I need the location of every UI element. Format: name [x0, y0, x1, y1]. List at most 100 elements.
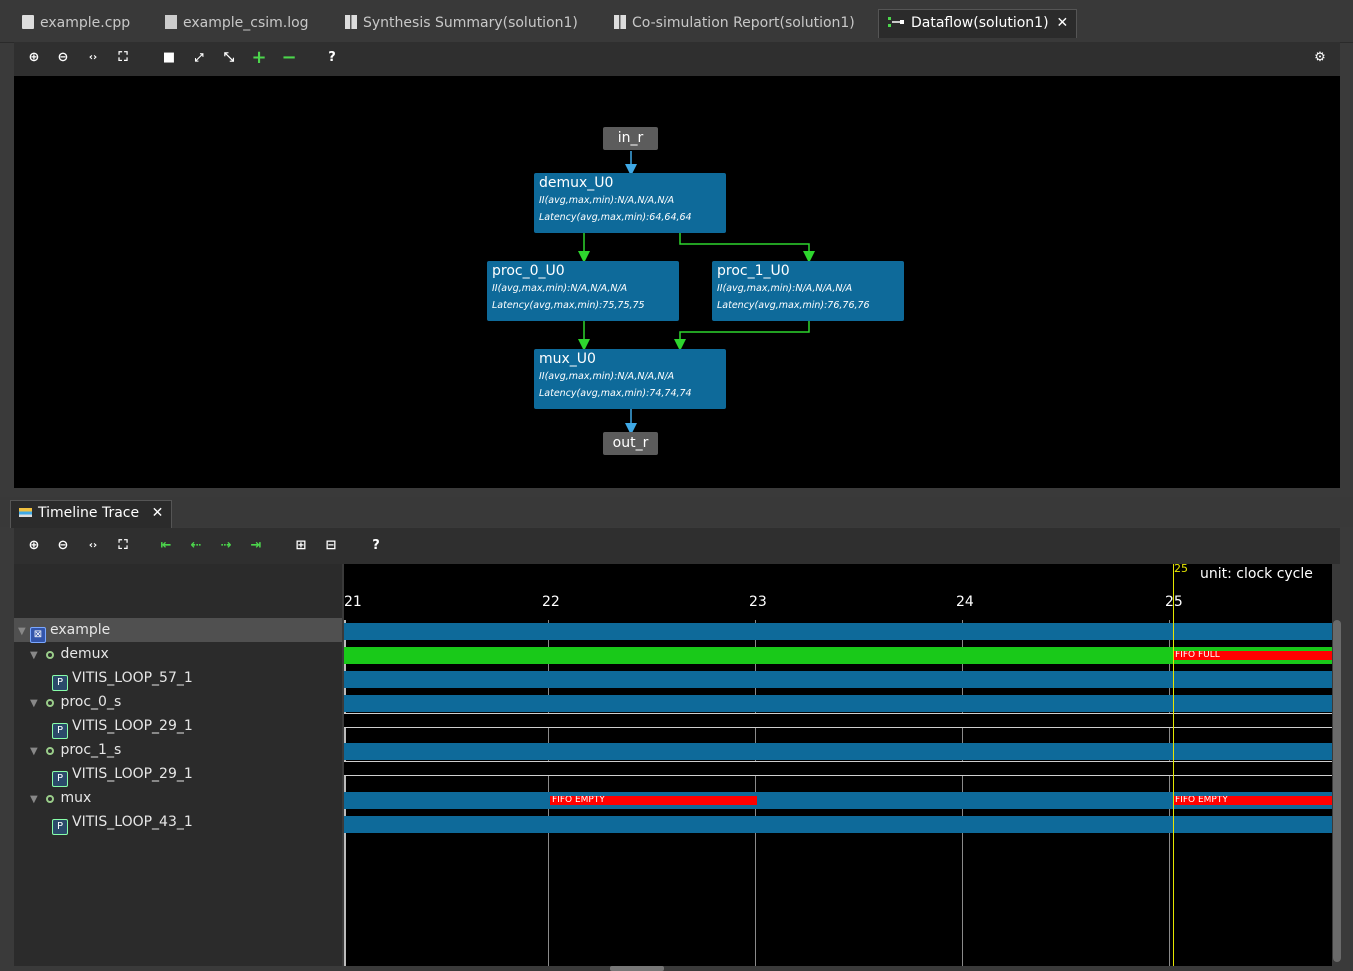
collapse-arrow-icon[interactable]: ▼: [30, 788, 42, 812]
trace-bar-loop[interactable]: [344, 713, 1332, 728]
time-tick: 23: [749, 594, 767, 610]
time-tick: 24: [956, 594, 974, 610]
timeline-tab-bar: [0, 497, 1353, 527]
node-name: demux_U0: [539, 175, 614, 191]
process-icon: [46, 795, 55, 803]
node-latency: Latency(avg,max,min):74,74,74: [539, 388, 692, 399]
edge-demux-proc1: [679, 233, 815, 263]
loop-icon: P: [52, 771, 68, 787]
zoom-in-icon[interactable]: ⊕: [25, 537, 43, 555]
table-icon[interactable]: ■: [160, 49, 178, 67]
trace-bar-loop[interactable]: [344, 671, 1332, 688]
time-tick: 21: [344, 594, 362, 610]
previous-transition-icon[interactable]: ⇠: [187, 537, 205, 555]
loop-icon: P: [52, 675, 68, 691]
edge-proc1-mux: [674, 321, 810, 351]
trace-bar-loop[interactable]: [344, 816, 1332, 833]
tree-header: [14, 564, 342, 618]
zoom-fit-icon[interactable]: ‹›: [84, 49, 102, 67]
node-ii: II(avg,max,min):N/A,N/A,N/A: [539, 195, 675, 206]
tree-item-loop[interactable]: P VITIS_LOOP_43_1: [14, 810, 342, 835]
cursor-label: 25: [1174, 564, 1188, 575]
tree-item-proc1[interactable]: ▼ proc_1_s: [14, 738, 342, 762]
trace-bar-example[interactable]: [344, 623, 1332, 640]
port-in[interactable]: in_r: [603, 127, 658, 150]
node-latency: Latency(avg,max,min):75,75,75: [492, 300, 645, 311]
tab-example-cpp[interactable]: example.cpp: [14, 10, 138, 38]
help-icon[interactable]: ?: [367, 537, 385, 555]
tree-item-loop[interactable]: P VITIS_LOOP_57_1: [14, 666, 342, 691]
help-icon[interactable]: ?: [323, 49, 341, 67]
tab-timeline-trace[interactable]: Timeline Trace ✕: [10, 500, 173, 528]
collapse-arrow-icon[interactable]: ▼: [18, 620, 30, 644]
node-ii: II(avg,max,min):N/A,N/A,N/A: [717, 283, 853, 294]
trace-bar-proc1[interactable]: [344, 743, 1332, 760]
time-cursor[interactable]: [1173, 564, 1174, 966]
connect-icon[interactable]: ⤡: [220, 49, 238, 67]
node-latency: Latency(avg,max,min):76,76,76: [717, 300, 870, 311]
timeline-toolbar: ⊕ ⊖ ‹› ⛶ ⇤ ⇠ ⇢ ⇥ ⊞ ⊟ ?: [14, 528, 1340, 564]
tree-item-demux[interactable]: ▼ demux: [14, 642, 342, 666]
tree-item-loop[interactable]: P VITIS_LOOP_29_1: [14, 714, 342, 739]
go-to-end-icon[interactable]: ⇥: [247, 537, 265, 555]
cpp-file-icon: [22, 15, 34, 29]
zoom-out-icon[interactable]: ⊖: [54, 49, 72, 67]
tree-item-proc0[interactable]: ▼ proc_0_s: [14, 690, 342, 714]
node-latency: Latency(avg,max,min):64,64,64: [539, 212, 692, 223]
node-name: mux_U0: [539, 351, 596, 367]
next-transition-icon[interactable]: ⇢: [217, 537, 235, 555]
zoom-selection-icon[interactable]: ⛶: [114, 49, 132, 67]
unit-label: unit: clock cycle: [1200, 566, 1313, 582]
trace-bar-loop[interactable]: [344, 761, 1332, 776]
collapse-icon[interactable]: −: [280, 49, 298, 67]
port-out[interactable]: out_r: [603, 432, 658, 455]
zoom-fit-icon[interactable]: ‹›: [84, 537, 102, 555]
dataflow-toolbar: ⊕ ⊖ ‹› ⛶ ■ ⤢ ⤡ + − ? ⚙: [14, 42, 1340, 76]
node-demux[interactable]: demux_U0 II(avg,max,min):N/A,N/A,N/A Lat…: [534, 173, 726, 233]
report-icon: [345, 15, 357, 29]
tab-example-csim-log[interactable]: example_csim.log: [157, 10, 317, 38]
expand-all-icon[interactable]: ⊞: [292, 537, 310, 555]
zoom-selection-icon[interactable]: ⛶: [114, 537, 132, 555]
collapse-arrow-icon[interactable]: ▼: [30, 740, 42, 764]
vertical-scrollbar[interactable]: [1333, 620, 1341, 962]
zoom-out-icon[interactable]: ⊖: [54, 537, 72, 555]
tab-synthesis-summary[interactable]: Synthesis Summary(solution1): [337, 10, 586, 38]
zoom-in-icon[interactable]: ⊕: [25, 49, 43, 67]
loop-icon: P: [52, 723, 68, 739]
fifo-full-marker[interactable]: FIFO FULL: [1173, 651, 1332, 660]
timeline-tree: ▼ ⊠ example ▼ demux P VITIS_LOOP_57_1 ▼ pro…: [14, 618, 342, 966]
node-mux[interactable]: mux_U0 II(avg,max,min):N/A,N/A,N/A Laten…: [534, 349, 726, 409]
horizontal-scrollbar[interactable]: [610, 966, 664, 971]
log-file-icon: [165, 15, 177, 29]
process-icon: [46, 651, 55, 659]
node-proc0[interactable]: proc_0_U0 II(avg,max,min):N/A,N/A,N/A La…: [487, 261, 679, 321]
design-icon: ⊠: [30, 627, 46, 643]
editor-tab-bar: example.cpp example_csim.log Synthesis S…: [0, 0, 1353, 43]
tree-item-example[interactable]: ▼ ⊠ example: [14, 618, 342, 644]
chart-icon[interactable]: ⤢: [190, 49, 208, 67]
settings-gear-icon[interactable]: ⚙: [1311, 49, 1329, 67]
close-icon[interactable]: ✕: [1057, 15, 1069, 31]
tree-item-loop[interactable]: P VITIS_LOOP_29_1: [14, 762, 342, 787]
dataflow-canvas: in_r demux_U0 II(avg,max,min):N/A,N/A,N/…: [14, 76, 1340, 488]
node-ii: II(avg,max,min):N/A,N/A,N/A: [492, 283, 628, 294]
fifo-empty-marker[interactable]: FIFO EMPTY: [550, 796, 757, 805]
trace-bar-proc0[interactable]: [344, 695, 1332, 712]
tab-cosim-report[interactable]: Co-simulation Report(solution1): [606, 10, 863, 38]
expand-icon[interactable]: +: [250, 49, 268, 67]
node-proc1[interactable]: proc_1_U0 II(avg,max,min):N/A,N/A,N/A La…: [712, 261, 904, 321]
go-to-start-icon[interactable]: ⇤: [157, 537, 175, 555]
node-name: proc_0_U0: [492, 263, 565, 279]
tab-dataflow[interactable]: Dataflow(solution1) ✕: [878, 9, 1078, 38]
fifo-empty-marker[interactable]: FIFO EMPTY: [1173, 796, 1332, 805]
collapse-all-icon[interactable]: ⊟: [322, 537, 340, 555]
timeline-waveform[interactable]: 21 22 23 24 25 25 unit: clock cycle FIFO…: [344, 564, 1332, 966]
timeline-icon: [19, 508, 32, 517]
collapse-arrow-icon[interactable]: ▼: [30, 692, 42, 716]
close-icon[interactable]: ✕: [152, 505, 164, 521]
tree-item-mux[interactable]: ▼ mux: [14, 786, 342, 810]
loop-icon: P: [52, 819, 68, 835]
collapse-arrow-icon[interactable]: ▼: [30, 644, 42, 668]
node-name: proc_1_U0: [717, 263, 790, 279]
